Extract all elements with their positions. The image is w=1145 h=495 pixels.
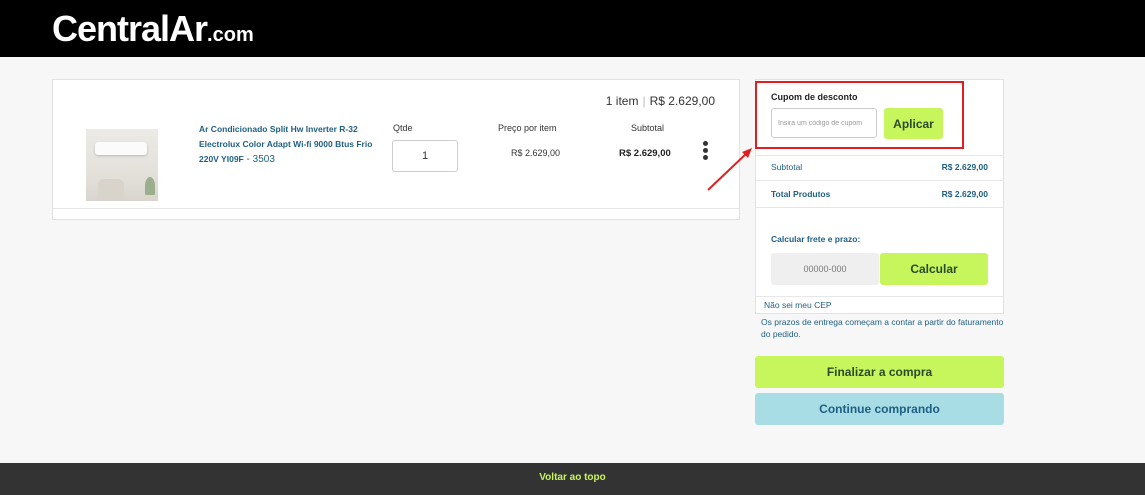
product-name-text: Ar Condicionado Split Hw Inverter R-32 E… <box>199 124 373 164</box>
back-to-top-link[interactable]: Voltar ao topo <box>0 472 1145 483</box>
cep-input[interactable] <box>771 253 879 285</box>
coupon-input[interactable] <box>771 108 877 138</box>
summary-divider <box>756 155 1004 156</box>
product-thumbnail[interactable] <box>86 129 158 201</box>
product-sku: - 3503 <box>243 154 275 165</box>
site-footer: Voltar ao topo <box>0 463 1145 495</box>
finish-purchase-button[interactable]: Finalizar a compra <box>755 356 1004 388</box>
logo-sub-text: .com <box>207 24 254 46</box>
subtotal-value: R$ 2.629,00 <box>941 162 988 172</box>
delivery-notice: Os prazos de entrega começam a contar a … <box>761 317 1004 339</box>
subtotal-label: Subtotal <box>771 162 803 172</box>
continue-shopping-button[interactable]: Continue comprando <box>755 393 1004 425</box>
thumbnail-plant <box>145 177 155 195</box>
total-products-value: R$ 2.629,00 <box>941 189 988 199</box>
calculate-shipping-button[interactable]: Calcular <box>880 253 988 285</box>
column-header-qty: Qtde <box>393 123 413 133</box>
column-header-unit-price: Preço por item <box>498 123 557 133</box>
coupon-title: Cupom de desconto <box>771 92 858 102</box>
cart-item-count: 1 item <box>605 94 639 108</box>
item-subtotal-value: R$ 2.629,00 <box>619 148 671 159</box>
cart-summary: 1 item | R$ 2.629,00 <box>606 94 715 108</box>
cart-panel: 1 item | R$ 2.629,00 Ar Condicionado Split… <box>52 79 740 220</box>
thumbnail-chair <box>98 179 124 201</box>
cart-total: R$ 2.629,00 <box>649 94 715 108</box>
summary-divider <box>756 296 1004 297</box>
total-products-label: Total Produtos <box>771 189 831 199</box>
cart-divider <box>53 208 739 209</box>
thumbnail-ac-unit <box>95 142 147 155</box>
quantity-input[interactable] <box>392 140 458 172</box>
summary-separator: | <box>642 94 646 108</box>
summary-divider <box>756 207 1004 208</box>
site-header: CentralAr.com <box>0 0 1145 57</box>
unknown-cep-link[interactable]: Não sei meu CEP <box>764 300 832 310</box>
site-logo[interactable]: CentralAr.com <box>52 8 254 50</box>
shipping-title: Calcular frete e prazo: <box>771 234 861 244</box>
logo-main-text: CentralAr <box>52 8 208 49</box>
unit-price-value: R$ 2.629,00 <box>511 148 561 158</box>
apply-coupon-button[interactable]: Aplicar <box>884 108 943 139</box>
annotation-arrow-icon <box>707 148 752 191</box>
product-name-link[interactable]: Ar Condicionado Split Hw Inverter R-32 E… <box>199 122 374 167</box>
column-header-subtotal: Subtotal <box>631 123 665 133</box>
summary-divider <box>756 180 1004 181</box>
